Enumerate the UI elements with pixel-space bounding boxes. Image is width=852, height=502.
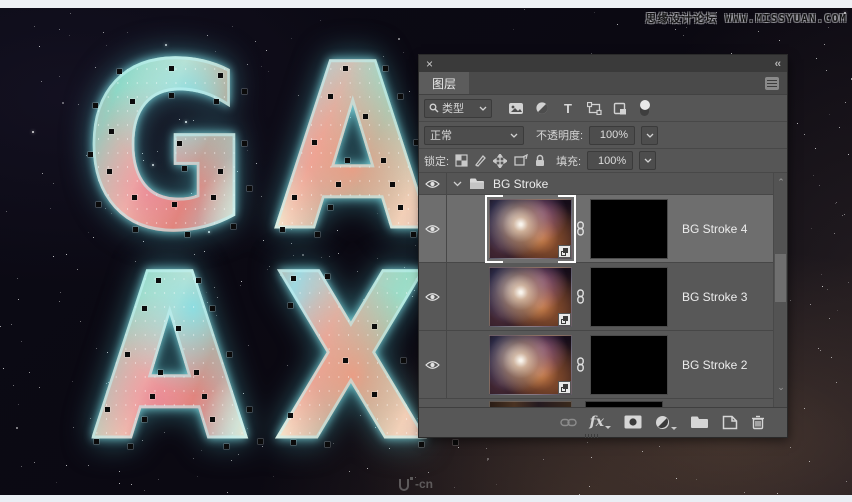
mask-link-icon[interactable] — [576, 289, 588, 304]
forum-watermark: 思缘设计论坛 WWW.MISSYUAN.COM — [645, 12, 847, 25]
lock-artboard-icon[interactable] — [513, 154, 528, 167]
smart-object-filter-icon[interactable] — [610, 99, 630, 118]
layer-mask-thumbnail[interactable] — [590, 266, 668, 327]
panel-menu-icon[interactable] — [765, 77, 779, 90]
chevron-down-icon — [479, 106, 487, 111]
opacity-slider-button[interactable] — [641, 125, 659, 145]
layer-mask-thumbnail[interactable] — [590, 334, 668, 395]
chevron-down-icon — [510, 133, 518, 138]
blend-mode-value: 正常 — [430, 130, 452, 142]
pixel-filter-icon[interactable] — [506, 99, 526, 118]
smart-object-badge-icon — [558, 312, 571, 326]
path-anchor-points-line-2[interactable] — [92, 244, 462, 454]
visibility-eye-icon[interactable] — [419, 195, 447, 262]
visibility-eye-icon[interactable] — [419, 173, 447, 194]
panel-bottom-toolbar: fx — [419, 407, 787, 436]
path-anchor-points-line-1[interactable] — [84, 34, 454, 244]
opacity-value: 100% — [599, 129, 629, 141]
close-icon[interactable]: × — [426, 58, 433, 70]
scroll-up-icon[interactable]: ⌃ — [774, 178, 787, 187]
opacity-value-field[interactable]: 100% — [589, 125, 636, 145]
blend-row: 正常 不透明度: 100% — [419, 122, 787, 149]
visibility-eye-icon[interactable] — [419, 263, 447, 330]
bottom-white-strip — [0, 495, 852, 502]
opacity-label: 不透明度: — [536, 130, 584, 142]
panel-titlebar: × ‹‹ — [419, 55, 787, 72]
mask-link-icon[interactable] — [576, 357, 588, 372]
collapse-panel-icon[interactable]: ‹‹ — [775, 58, 781, 70]
lock-paint-icon[interactable] — [474, 154, 487, 167]
filter-type-dropdown[interactable]: 类型 — [424, 98, 492, 118]
fill-value: 100% — [597, 154, 627, 167]
lock-transparency-icon[interactable] — [455, 154, 468, 167]
layers-panel: × ‹‹ 图层 类型 T 正常 不透明度: 100% 锁定: 填充: 100% … — [419, 55, 787, 438]
ui-cn-logo-icon — [399, 477, 413, 491]
delete-icon[interactable] — [751, 415, 765, 430]
layer-name: BG Stroke 2 — [682, 357, 748, 372]
top-white-strip — [0, 0, 852, 8]
chevron-down-icon — [646, 133, 654, 138]
link-icon[interactable] — [559, 418, 577, 427]
blend-mode-select[interactable]: 正常 — [424, 125, 524, 145]
scrollbar-thumb[interactable] — [775, 254, 786, 302]
layer-style-icon[interactable]: fx — [590, 414, 611, 430]
scrollbar[interactable]: ⌃ ⌄ — [773, 173, 787, 407]
group-folder-icon — [469, 177, 486, 190]
smart-object-badge-icon — [558, 244, 571, 258]
layer-name: BG Stroke 3 — [682, 289, 748, 304]
filter-type-label: 类型 — [442, 103, 464, 115]
layer-list: BG Stroke BG Stroke 4 BG Stroke 3 BG Str… — [419, 173, 787, 407]
layer-row[interactable]: BG Stroke 3 — [419, 263, 773, 331]
adjustment-icon[interactable] — [655, 415, 677, 430]
lock-label: 锁定: — [424, 155, 450, 168]
fill-slider-button[interactable] — [639, 151, 657, 170]
group-name: BG Stroke — [493, 176, 549, 191]
layer-mask-thumbnail[interactable] — [590, 198, 668, 259]
scroll-down-icon[interactable]: ⌄ — [774, 383, 787, 392]
layer-row[interactable]: BG Stroke 4 — [419, 194, 773, 263]
layer-row-partial[interactable] — [419, 399, 773, 407]
lock-row: 锁定: 填充: 100% — [419, 149, 787, 173]
search-icon — [429, 103, 439, 113]
ui-cn-watermark: -cn — [399, 477, 433, 491]
layer-thumbnail[interactable] — [485, 194, 576, 263]
layer-row[interactable]: BG Stroke 2 — [419, 331, 773, 399]
filter-toggle[interactable] — [639, 99, 650, 116]
fill-label: 填充: — [556, 155, 582, 168]
layer-thumbnail[interactable] — [489, 334, 572, 395]
visibility-eye-icon[interactable] — [419, 331, 447, 398]
panel-tabbar: 图层 — [419, 72, 787, 95]
lock-move-icon[interactable] — [493, 153, 508, 168]
layer-thumbnail[interactable] — [489, 266, 572, 327]
lock-all-icon[interactable] — [534, 154, 546, 167]
new-group-icon[interactable] — [690, 415, 709, 429]
new-layer-icon[interactable] — [722, 415, 738, 430]
screenshot-root: GA AX 思缘设计论坛 WWW.MISSYUAN.COM -cn × ‹‹ 图… — [0, 0, 852, 502]
group-row-bg-stroke[interactable]: BG Stroke — [419, 173, 773, 195]
type-filter-icon[interactable]: T — [558, 99, 578, 118]
chevron-down-icon — [644, 158, 652, 163]
mask-link-icon[interactable] — [576, 221, 588, 236]
shape-filter-icon[interactable] — [584, 99, 604, 118]
adjustment-filter-icon[interactable] — [532, 99, 552, 118]
layer-name: BG Stroke 4 — [682, 221, 748, 236]
tab-layers[interactable]: 图层 — [419, 72, 470, 94]
group-expand-chevron-icon[interactable] — [453, 181, 462, 187]
smart-object-badge-icon — [558, 380, 571, 394]
layer-mask-icon[interactable] — [624, 415, 642, 429]
ui-cn-watermark-text: -cn — [415, 477, 433, 491]
filter-row: 类型 T — [419, 95, 787, 122]
fill-value-field[interactable]: 100% — [587, 151, 634, 170]
panel-resize-grip[interactable] — [585, 434, 598, 438]
